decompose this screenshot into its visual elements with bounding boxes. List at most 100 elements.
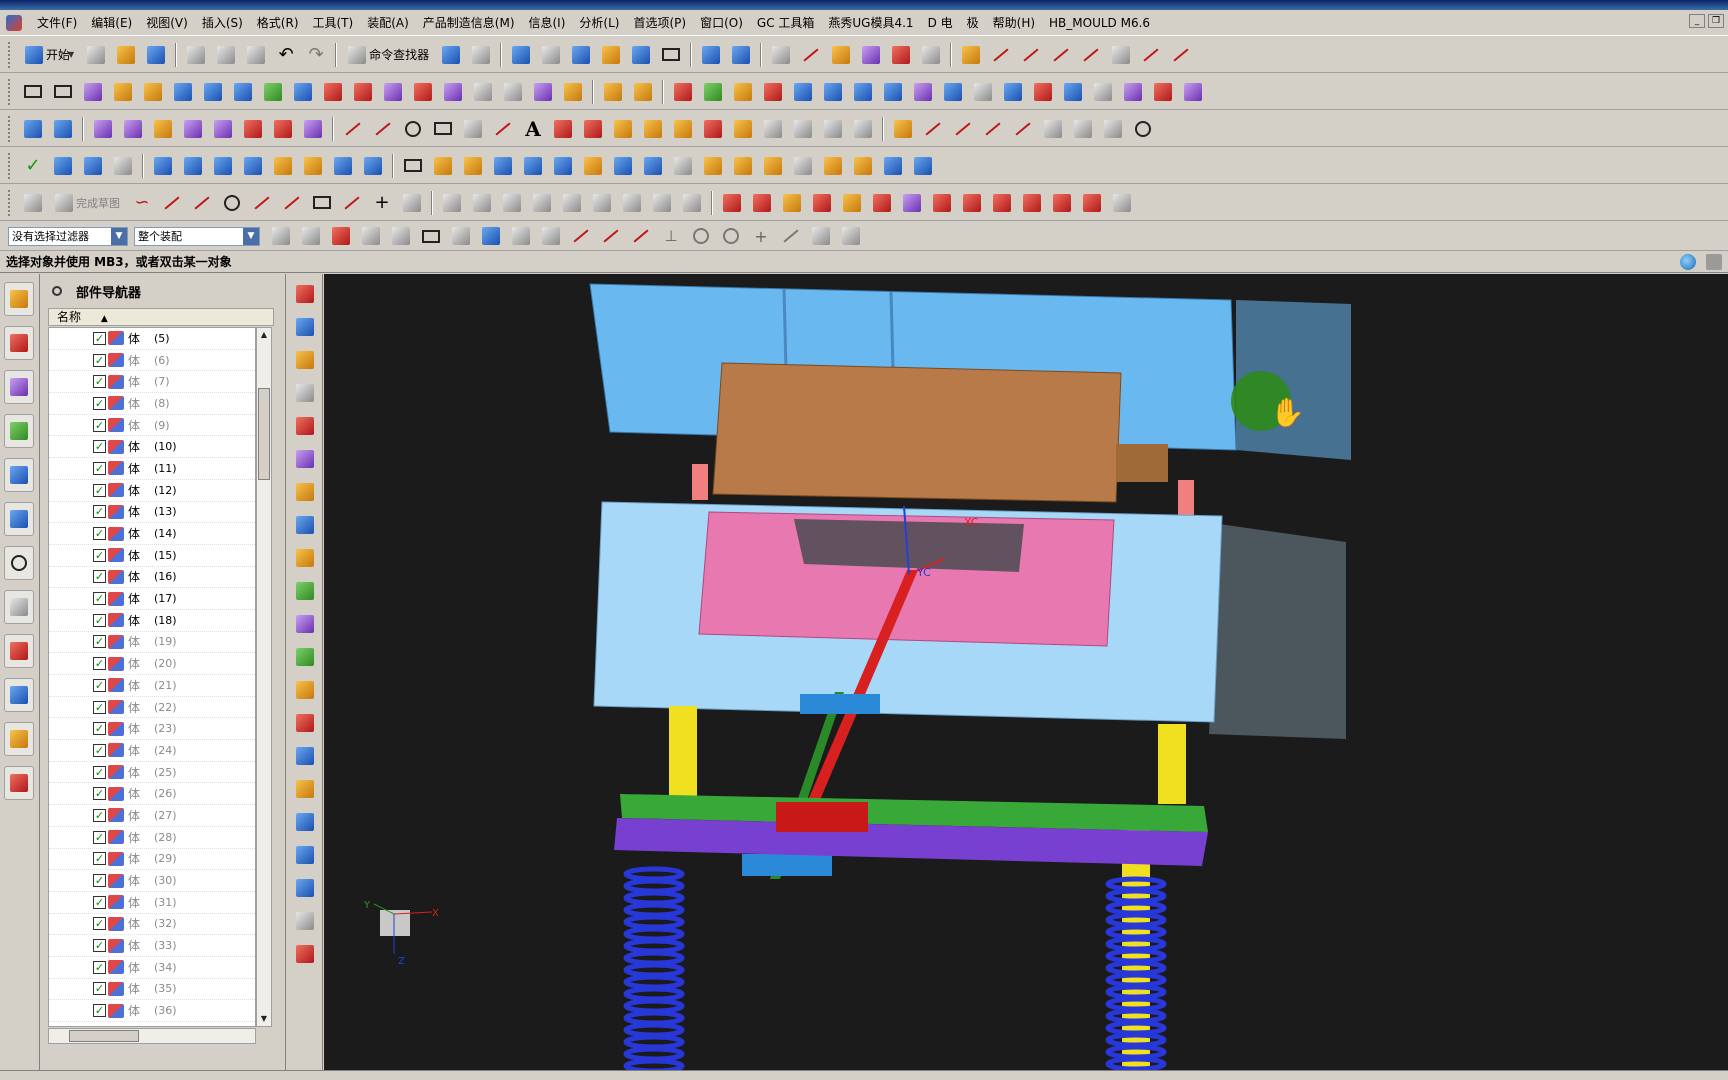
hb-tool-9[interactable]: [959, 190, 985, 216]
curve-tool-8[interactable]: [1168, 42, 1194, 68]
visibility-checkbox[interactable]: ✓: [93, 418, 106, 432]
sel-tool-8[interactable]: [478, 223, 504, 249]
vtool-6[interactable]: [292, 446, 318, 472]
visibility-checkbox[interactable]: ✓: [93, 1004, 106, 1018]
support-pillar-right[interactable]: [1158, 724, 1186, 804]
status-icon[interactable]: [1706, 254, 1722, 270]
mold-tool-2[interactable]: [630, 79, 656, 105]
hb-tool-11[interactable]: [1019, 190, 1045, 216]
hb-tool-4[interactable]: [809, 190, 835, 216]
toolbar-grip[interactable]: [8, 115, 12, 142]
sel-tool-7[interactable]: [448, 223, 474, 249]
visibility-checkbox[interactable]: ✓: [93, 765, 106, 779]
tree-node-body[interactable]: ✓ 体 (22): [49, 697, 255, 719]
command-finder-button[interactable]: 命令查找器: [343, 42, 434, 68]
sketch-intersect[interactable]: [700, 116, 726, 142]
tree-node-body[interactable]: ✓ 体 (29): [49, 849, 255, 871]
measure-button[interactable]: [888, 42, 914, 68]
polygon-tool[interactable]: [399, 190, 425, 216]
resource-system-materials[interactable]: [4, 590, 34, 624]
tree-node-body[interactable]: ✓ 体 (9): [49, 415, 255, 437]
sketch-helix[interactable]: [610, 116, 636, 142]
motion-button[interactable]: [858, 42, 884, 68]
column-header-name[interactable]: 名称 ▲: [48, 308, 274, 326]
menu-file[interactable]: 文件(F): [30, 10, 84, 36]
sel-tool-10[interactable]: [538, 223, 564, 249]
sync-tool-8[interactable]: [610, 153, 636, 179]
edit-tool-8[interactable]: [1100, 116, 1126, 142]
mold-tool-17[interactable]: [1090, 79, 1116, 105]
vtool-21[interactable]: [292, 941, 318, 967]
curve-tool-1[interactable]: [958, 42, 984, 68]
hb-tool-12[interactable]: [1049, 190, 1075, 216]
visibility-checkbox[interactable]: ✓: [93, 635, 106, 649]
selection-scope-dropdown[interactable]: 整个装配 ▼: [134, 226, 260, 246]
surface-tool-11[interactable]: [470, 79, 496, 105]
sketch-project[interactable]: [670, 116, 696, 142]
feature-tool-7[interactable]: [270, 116, 296, 142]
mold-tool-13[interactable]: [970, 79, 996, 105]
surface-tool-7[interactable]: [350, 79, 376, 105]
sel-tool-9[interactable]: [508, 223, 534, 249]
sketch-circle[interactable]: [400, 116, 426, 142]
mold-tool-4[interactable]: [700, 79, 726, 105]
hb-tool-10[interactable]: [989, 190, 1015, 216]
toolbar-grip[interactable]: [8, 78, 12, 105]
vtool-2[interactable]: [292, 314, 318, 340]
drafting-button[interactable]: [768, 42, 794, 68]
vtool-14[interactable]: [292, 710, 318, 736]
scroll-up-icon[interactable]: ▲: [257, 328, 271, 342]
menu-tools[interactable]: 工具(T): [306, 10, 361, 36]
tree-node-body[interactable]: ✓ 体 (36): [49, 1000, 255, 1022]
finish-sketch-button[interactable]: 完成草图: [50, 190, 125, 216]
sketch-button[interactable]: [20, 190, 46, 216]
vtool-11[interactable]: [292, 611, 318, 637]
menu-pmi[interactable]: 产品制造信息(M): [416, 10, 522, 36]
vtool-10[interactable]: [292, 578, 318, 604]
ejector-block-red[interactable]: [776, 802, 868, 832]
tree-node-body[interactable]: ✓ 体 (12): [49, 480, 255, 502]
tree-node-body[interactable]: ✓ 体 (11): [49, 458, 255, 480]
mold-tool-7[interactable]: [790, 79, 816, 105]
profile-tool[interactable]: ∽: [129, 190, 155, 216]
mold-tool-1[interactable]: [600, 79, 626, 105]
surface-tool-10[interactable]: [440, 79, 466, 105]
sketch-line[interactable]: [340, 116, 366, 142]
vtool-5[interactable]: [292, 413, 318, 439]
surface-tool-1[interactable]: [170, 79, 196, 105]
curve-tool-7[interactable]: [1138, 42, 1164, 68]
sync-tool-3[interactable]: [460, 153, 486, 179]
sync-tool-18[interactable]: [910, 153, 936, 179]
scrollbar-thumb[interactable]: [258, 388, 270, 480]
visibility-checkbox[interactable]: ✓: [93, 917, 106, 931]
solid-tool-7[interactable]: [330, 153, 356, 179]
toolbar-grip[interactable]: [8, 189, 12, 216]
feature-tool-1[interactable]: [90, 116, 116, 142]
sync-tool-9[interactable]: [640, 153, 666, 179]
visibility-checkbox[interactable]: ✓: [93, 461, 106, 475]
rectangle-tool[interactable]: [309, 190, 335, 216]
sketch-offset[interactable]: [640, 116, 666, 142]
toolbar-grip[interactable]: [8, 41, 12, 68]
sync-tool-7[interactable]: [580, 153, 606, 179]
tree-node-body[interactable]: ✓ 体 (10): [49, 436, 255, 459]
feature-tool-4[interactable]: [180, 116, 206, 142]
support-pillar-left[interactable]: [669, 706, 697, 800]
save-button[interactable]: [143, 42, 169, 68]
cut-button[interactable]: [183, 42, 209, 68]
menu-preferences[interactable]: 首选项(P): [626, 10, 693, 36]
menu-edit[interactable]: 编辑(E): [84, 10, 139, 36]
visibility-checkbox[interactable]: ✓: [93, 570, 106, 584]
vtool-7[interactable]: [292, 479, 318, 505]
solid-tool-4[interactable]: [240, 153, 266, 179]
sketch-text[interactable]: A: [520, 116, 546, 142]
sel-tool-16[interactable]: [718, 223, 744, 249]
guide-pin-left-top[interactable]: [692, 464, 708, 500]
vtool-20[interactable]: [292, 908, 318, 934]
constraint-tool-5[interactable]: [559, 190, 585, 216]
visibility-checkbox[interactable]: ✓: [93, 960, 106, 974]
tree-node-body[interactable]: ✓ 体 (20): [49, 653, 255, 675]
visibility-checkbox[interactable]: ✓: [93, 743, 106, 757]
mold-tool-10[interactable]: [880, 79, 906, 105]
misc-tool-2[interactable]: [50, 116, 76, 142]
